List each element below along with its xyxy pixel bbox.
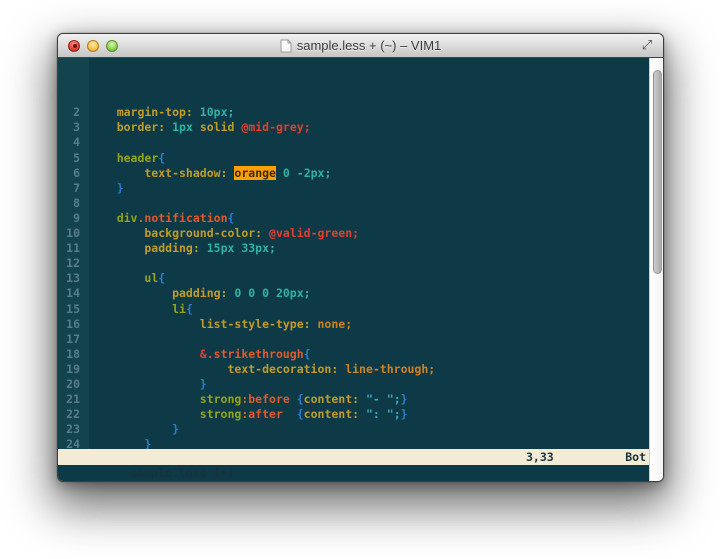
code-text: border: 1px solid @mid-grey; <box>89 120 649 135</box>
scrollbar-thumb[interactable] <box>653 70 662 274</box>
code-line: 22 strong:after {content: ": ";} <box>58 407 649 422</box>
code-line: 6 text-shadow: orange 0 -2px; <box>58 166 649 181</box>
code-line: 2 margin-top: 10px; <box>58 105 649 120</box>
code-text: } <box>89 181 649 196</box>
vim-buffer[interactable]: 2 margin-top: 10px;3 border: 1px solid @… <box>58 58 649 449</box>
modified-dot-icon <box>73 44 77 48</box>
line-number: 15 <box>58 302 89 317</box>
line-number: 13 <box>58 271 89 286</box>
traffic-lights <box>68 34 118 57</box>
line-number: 14 <box>58 286 89 301</box>
statusline-filename: sample.less [+] <box>130 466 234 480</box>
code-text: } <box>89 377 649 392</box>
code-line: 19 text-decoration: line-through; <box>58 362 649 377</box>
line-number: 9 <box>58 211 89 226</box>
code-text <box>89 332 649 347</box>
code-text: ul{ <box>89 271 649 286</box>
scrollbar-track[interactable] <box>649 58 663 481</box>
code-line: 9 div.notification{ <box>58 211 649 226</box>
code-line: 15 li{ <box>58 302 649 317</box>
line-number: 2 <box>58 105 89 120</box>
code-line: 21 strong:before {content: "- ";} <box>58 392 649 407</box>
code-text <box>89 135 649 150</box>
code-line: 20 } <box>58 377 649 392</box>
code-line: 14 padding: 0 0 0 20px; <box>58 286 649 301</box>
line-number: 11 <box>58 241 89 256</box>
statusline-ruler: 3,33 <box>526 449 554 465</box>
line-number: 5 <box>58 151 89 166</box>
line-number: 12 <box>58 256 89 271</box>
code-text: text-decoration: line-through; <box>89 362 649 377</box>
code-line: 11 padding: 15px 33px; <box>58 241 649 256</box>
code-text: li{ <box>89 302 649 317</box>
code-text: padding: 0 0 0 20px; <box>89 286 649 301</box>
statusline-position: Bot <box>625 449 646 465</box>
code-text: div.notification{ <box>89 211 649 226</box>
search-highlight: orange <box>234 166 276 180</box>
vim-pane: 2 margin-top: 10px;3 border: 1px solid @… <box>58 58 649 481</box>
line-number: 19 <box>58 362 89 377</box>
code-text <box>89 196 649 211</box>
window-title: sample.less + (~) – VIM1 <box>297 38 442 53</box>
code-text <box>89 256 649 271</box>
line-number: 23 <box>58 422 89 437</box>
code-line: 4 <box>58 135 649 150</box>
terminal-window: sample.less + (~) – VIM1 ⤢ 2 margin-top:… <box>57 33 664 482</box>
code-text: } <box>89 422 649 437</box>
code-text: list-style-type: none; <box>89 317 649 332</box>
code-line: 17 <box>58 332 649 347</box>
window-titlebar[interactable]: sample.less + (~) – VIM1 ⤢ <box>58 34 663 58</box>
code-line: 5 header{ <box>58 151 649 166</box>
code-text: } <box>89 437 649 449</box>
code-line: 18 &.strikethrough{ <box>58 347 649 362</box>
terminal-body: 2 margin-top: 10px;3 border: 1px solid @… <box>58 58 663 481</box>
line-number: 18 <box>58 347 89 362</box>
code-line: 10 background-color: @valid-green; <box>58 226 649 241</box>
vim-statusline: sample.less [+] 3,33 Bot <box>58 449 649 465</box>
line-number: 20 <box>58 377 89 392</box>
desktop: sample.less + (~) – VIM1 ⤢ 2 margin-top:… <box>0 0 720 559</box>
line-number: 3 <box>58 120 89 135</box>
code-line: 7 } <box>58 181 649 196</box>
code-text: strong:after {content: ": ";} <box>89 407 649 422</box>
code-text: &.strikethrough{ <box>89 347 649 362</box>
line-number: 16 <box>58 317 89 332</box>
close-button[interactable] <box>68 40 80 52</box>
line-number: 10 <box>58 226 89 241</box>
line-number: 21 <box>58 392 89 407</box>
zoom-button[interactable] <box>106 40 118 52</box>
window-title-group: sample.less + (~) – VIM1 <box>280 38 442 53</box>
minimize-button[interactable] <box>87 40 99 52</box>
line-number: 8 <box>58 196 89 211</box>
code-lines: 2 margin-top: 10px;3 border: 1px solid @… <box>58 105 649 449</box>
code-line: 8 <box>58 196 649 211</box>
line-number: 6 <box>58 166 89 181</box>
code-line: 16 list-style-type: none; <box>58 317 649 332</box>
fullscreen-arrows-icon[interactable]: ⤢ <box>639 38 655 54</box>
code-line: 3 border: 1px solid @mid-grey; <box>58 120 649 135</box>
line-number: 4 <box>58 135 89 150</box>
line-number: 22 <box>58 407 89 422</box>
code-text: padding: 15px 33px; <box>89 241 649 256</box>
line-number: 17 <box>58 332 89 347</box>
code-line: 24 } <box>58 437 649 449</box>
code-text: margin-top: 10px; <box>89 105 649 120</box>
code-text: header{ <box>89 151 649 166</box>
line-number: 7 <box>58 181 89 196</box>
code-text: background-color: @valid-green; <box>89 226 649 241</box>
code-line: 13 ul{ <box>58 271 649 286</box>
code-text: strong:before {content: "- ";} <box>89 392 649 407</box>
document-icon <box>280 39 292 53</box>
code-line: 23 } <box>58 422 649 437</box>
code-line: 12 <box>58 256 649 271</box>
code-text: text-shadow: orange 0 -2px; <box>89 166 649 181</box>
line-number: 24 <box>58 437 89 449</box>
